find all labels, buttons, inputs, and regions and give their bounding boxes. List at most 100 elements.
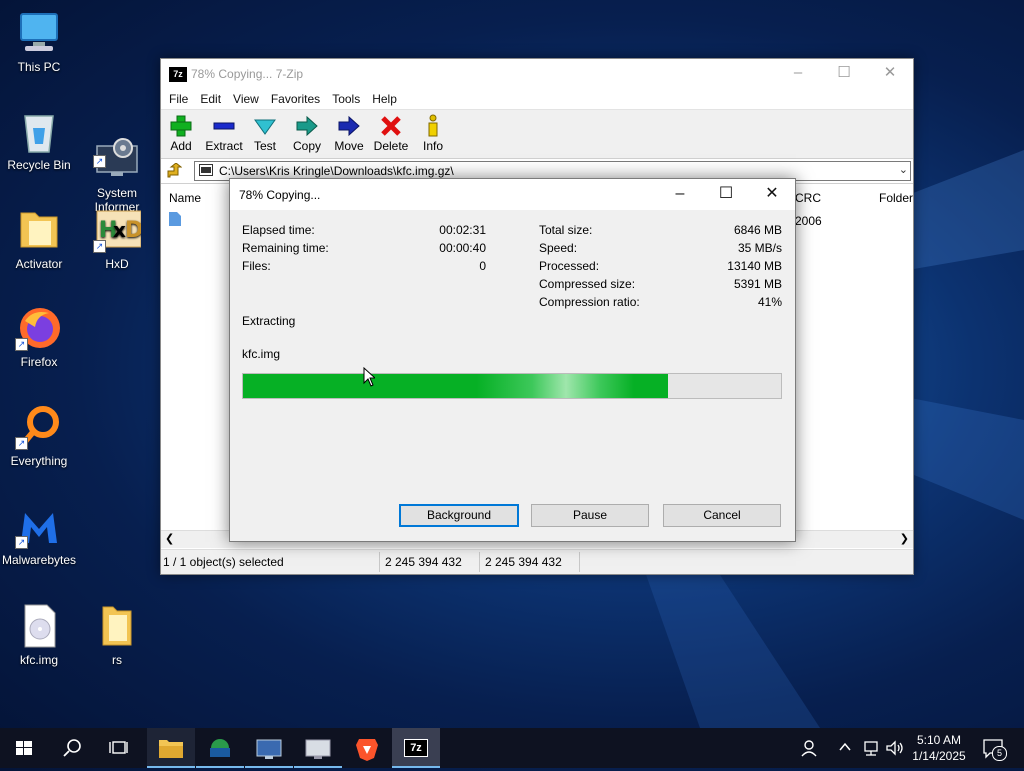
window-title: 78% Copying... 7-Zip bbox=[191, 67, 304, 81]
desktop-icon-kfc-img[interactable]: kfc.img bbox=[1, 603, 77, 667]
windows-logo-icon bbox=[16, 741, 32, 755]
desktop-icon-label: This PC bbox=[17, 60, 61, 74]
total-size-label: Total size: bbox=[539, 223, 593, 237]
scroll-left-icon[interactable]: ❮ bbox=[165, 532, 174, 545]
menu-bar: File Edit View Favorites Tools Help bbox=[161, 89, 913, 109]
scroll-right-icon[interactable]: ❯ bbox=[900, 532, 909, 545]
network-monitor-icon bbox=[256, 739, 282, 759]
clock-date: 1/14/2025 bbox=[912, 749, 966, 763]
extract-button[interactable]: Extract bbox=[205, 114, 243, 153]
shortcut-arrow-icon: ↗ bbox=[93, 240, 106, 253]
title-bar[interactable]: 7z 78% Copying... 7-Zip – ☐ ✕ bbox=[161, 59, 913, 89]
firefox-icon: ↗ bbox=[15, 305, 63, 351]
hxd-icon: HxD ↗ bbox=[93, 207, 143, 253]
speed-value: 35 MB/s bbox=[737, 241, 782, 255]
files-value: 0 bbox=[479, 259, 486, 273]
processed-label: Processed: bbox=[539, 259, 600, 273]
file-row-crc: 2006 bbox=[795, 214, 822, 228]
compressed-size-label: Compressed size: bbox=[539, 277, 636, 291]
maximize-button[interactable]: ☐ bbox=[821, 59, 867, 89]
desktop-icon-everything[interactable]: ↗ Everything bbox=[1, 404, 77, 468]
dialog-maximize-button[interactable]: ☐ bbox=[703, 179, 749, 210]
dialog-title-bar[interactable]: 78% Copying... – ☐ ✕ bbox=[230, 179, 795, 210]
desktop-icon-activator[interactable]: Activator bbox=[1, 207, 77, 271]
dialog-minimize-button[interactable]: – bbox=[657, 179, 703, 210]
close-button[interactable]: ✕ bbox=[867, 59, 913, 89]
toolbar: Add Extract Test Copy Move Delete Info bbox=[161, 109, 913, 158]
taskbar-7zip[interactable]: 7z bbox=[392, 728, 440, 768]
archive-icon bbox=[199, 164, 213, 179]
taskbar-brave-browser[interactable] bbox=[343, 728, 391, 768]
chevron-down-icon[interactable]: ⌄ bbox=[899, 163, 908, 176]
delete-button[interactable]: Delete bbox=[373, 114, 409, 153]
menu-tools[interactable]: Tools bbox=[326, 89, 366, 109]
copy-progress-dialog[interactable]: 78% Copying... – ☐ ✕ Elapsed time: 00:02… bbox=[229, 178, 796, 542]
cancel-button[interactable]: Cancel bbox=[663, 504, 781, 527]
taskbar-monitor-tool[interactable] bbox=[294, 728, 342, 768]
desktop-icon-firefox[interactable]: ↗ Firefox bbox=[1, 305, 77, 369]
system-informer-icon: ↗ bbox=[93, 122, 141, 176]
menu-view[interactable]: View bbox=[227, 89, 265, 109]
minimize-button[interactable]: – bbox=[775, 59, 821, 89]
file-row-icon[interactable] bbox=[169, 212, 181, 229]
desktop-icon-recycle-bin[interactable]: Recycle Bin bbox=[1, 108, 77, 172]
folder-icon bbox=[15, 207, 63, 253]
recycle-bin-icon bbox=[15, 108, 63, 154]
test-button[interactable]: Test bbox=[253, 114, 277, 153]
desktop-icon-label: Everything bbox=[10, 454, 68, 468]
action-center-button[interactable]: 5 bbox=[982, 738, 1007, 763]
taskbar-system-informer[interactable] bbox=[196, 728, 244, 768]
add-icon bbox=[169, 114, 193, 138]
svg-text:D: D bbox=[125, 218, 141, 243]
pause-button[interactable]: Pause bbox=[531, 504, 649, 527]
menu-file[interactable]: File bbox=[163, 89, 194, 109]
desktop-icon-rs[interactable]: rs bbox=[79, 603, 155, 667]
desktop-icon-label: Recycle Bin bbox=[7, 158, 71, 172]
dialog-close-button[interactable]: ✕ bbox=[749, 179, 795, 210]
task-view-button[interactable] bbox=[96, 728, 144, 768]
desktop-icon-malwarebytes[interactable]: ↗ Malwarebytes bbox=[1, 503, 77, 567]
add-button[interactable]: Add bbox=[169, 114, 193, 153]
volume-icon[interactable] bbox=[885, 739, 905, 760]
people-icon[interactable] bbox=[800, 738, 820, 761]
desktop-icon-hxd[interactable]: HxD ↗ HxD bbox=[79, 207, 155, 271]
copy-icon bbox=[291, 114, 323, 138]
disc-image-file-icon bbox=[15, 603, 63, 649]
start-button[interactable] bbox=[0, 728, 48, 768]
path-text: C:\Users\Kris Kringle\Downloads\kfc.img.… bbox=[219, 164, 454, 178]
remaining-time-label: Remaining time: bbox=[242, 241, 329, 255]
desktop-icon-label: HxD bbox=[105, 257, 129, 271]
move-button[interactable]: Move bbox=[333, 114, 365, 153]
column-header-name[interactable]: Name bbox=[169, 191, 201, 205]
menu-edit[interactable]: Edit bbox=[194, 89, 227, 109]
show-hidden-icons-chevron[interactable] bbox=[838, 740, 852, 757]
taskbar-network-tool[interactable] bbox=[245, 728, 293, 768]
info-button[interactable]: Info bbox=[421, 114, 445, 153]
delete-icon bbox=[373, 114, 409, 138]
search-button[interactable] bbox=[48, 728, 96, 768]
column-header-crc[interactable]: CRC bbox=[795, 191, 821, 205]
status-divider bbox=[379, 552, 380, 572]
progress-bar-fill bbox=[243, 374, 668, 398]
clock[interactable]: 5:10 AM 1/14/2025 bbox=[906, 732, 972, 764]
network-icon[interactable] bbox=[862, 739, 880, 760]
desktop-icon-label: Malwarebytes bbox=[1, 553, 77, 567]
info-label: Info bbox=[422, 139, 443, 153]
desktop-icon-label: rs bbox=[112, 653, 122, 667]
current-file-label: kfc.img bbox=[242, 347, 281, 361]
menu-favorites[interactable]: Favorites bbox=[265, 89, 326, 109]
column-header-folder[interactable]: Folder bbox=[879, 191, 913, 205]
taskbar-file-explorer[interactable] bbox=[147, 728, 195, 768]
desktop-icon-this-pc[interactable]: This PC bbox=[1, 10, 77, 74]
total-size-value: 6846 MB bbox=[733, 223, 782, 237]
processed-value: 13140 MB bbox=[727, 259, 782, 273]
folder-up-icon[interactable] bbox=[166, 162, 183, 179]
status-packed-size: 2 245 394 432 bbox=[485, 555, 562, 569]
7zip-app-icon: 7z bbox=[169, 67, 187, 82]
taskbar: 7z 5:10 AM 1/14/2025 5 bbox=[0, 728, 1024, 768]
background-button[interactable]: Background bbox=[399, 504, 519, 527]
menu-help[interactable]: Help bbox=[366, 89, 403, 109]
shortcut-arrow-icon: ↗ bbox=[15, 536, 28, 549]
copy-button[interactable]: Copy bbox=[291, 114, 323, 153]
move-label: Move bbox=[334, 139, 364, 153]
